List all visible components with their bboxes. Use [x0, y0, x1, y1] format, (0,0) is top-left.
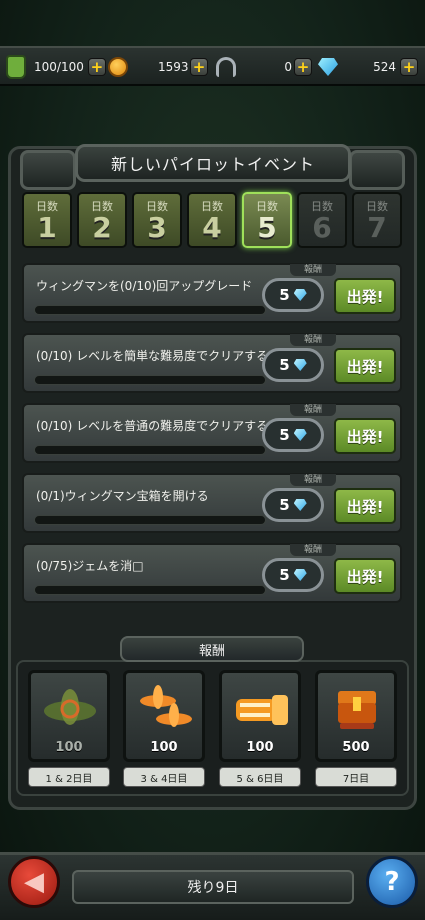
quest-text: (0/10) レベルを簡単な難易度でクリアする [36, 349, 269, 363]
day-number: 5 [257, 211, 277, 244]
reward-value: 5 [279, 426, 290, 444]
tab-day-7[interactable]: 日数 7 [352, 192, 402, 248]
add-coins-button[interactable]: + [190, 58, 208, 76]
quest-text: (0/1)ウィングマン宝箱を開ける [36, 489, 209, 503]
reward-day-label: 5 & 6日目 [219, 767, 301, 787]
treasure-chest-icon [338, 691, 376, 729]
go-button[interactable]: 出発! [334, 278, 396, 314]
tab-day-6[interactable]: 日数 6 [297, 192, 347, 248]
day-number: 6 [312, 211, 332, 244]
quest-progress-bar [34, 515, 266, 525]
quest-row: (0/1)ウィングマン宝箱を開ける 報酬 5 出発! [22, 473, 402, 533]
reward-card-value: 100 [246, 740, 274, 755]
gem-value: 524 [373, 60, 396, 74]
green-plane-icon [44, 689, 96, 725]
day-number: 4 [202, 211, 222, 244]
go-button[interactable]: 出発! [334, 348, 396, 384]
day-number: 3 [147, 211, 167, 244]
wrench-icon [216, 57, 236, 77]
quest-progress-bar [34, 305, 266, 315]
reward-label: 報酬 [290, 474, 336, 486]
go-button[interactable]: 出発! [334, 558, 396, 594]
quest-reward: 5 [262, 278, 324, 312]
coin-icon [108, 57, 128, 77]
day-number: 7 [367, 211, 387, 244]
tab-day-3[interactable]: 日数 3 [132, 192, 182, 248]
tab-day-4[interactable]: 日数 4 [187, 192, 237, 248]
quest-row: (0/10) レベルを普通の難易度でクリアする 報酬 5 出発! [22, 403, 402, 463]
reward-day-label: 1 & 2日目 [28, 767, 110, 787]
quest-progress-bar [34, 585, 266, 595]
day-number: 2 [92, 211, 112, 244]
reward-card-day-5-6[interactable]: 100 [219, 670, 301, 762]
go-button[interactable]: 出発! [334, 418, 396, 454]
quest-progress-bar [34, 375, 266, 385]
gem-resource: 524 + [318, 54, 418, 80]
fuel-resource: 100/100 + [6, 54, 106, 80]
reward-day-label: 7日目 [315, 767, 397, 787]
event-title: 新しいパイロットイベント [110, 155, 315, 174]
help-button[interactable]: ? [366, 856, 418, 908]
back-arrow-icon: ◀ [24, 867, 44, 897]
tab-day-5[interactable]: 日数 5 [242, 192, 292, 248]
coin-resource: 1593 + [108, 54, 208, 80]
remaining-days: 残り9日 [72, 870, 354, 904]
quest-text: (0/10) レベルを普通の難易度でクリアする [36, 419, 269, 433]
add-gems-button[interactable]: + [400, 58, 418, 76]
quest-row: (0/10) レベルを簡単な難易度でクリアする 報酬 5 出発! [22, 333, 402, 393]
reward-card-day-1-2[interactable]: 100 [28, 670, 110, 762]
day-number: 1 [37, 211, 57, 244]
reward-day-label: 3 & 4日目 [123, 767, 205, 787]
day-tabs: 日数 1 日数 2 日数 3 日数 4 日数 5 日数 6 日数 7 [22, 192, 402, 248]
back-button[interactable]: ◀ [8, 856, 60, 908]
add-fuel-button[interactable]: + [87, 58, 106, 76]
quest-reward: 5 [262, 418, 324, 452]
quest-reward: 5 [262, 558, 324, 592]
reward-value: 5 [279, 566, 290, 584]
quest-text: (0/75)ジェムを消□ [36, 559, 144, 573]
fuel-can-icon [6, 55, 26, 79]
quest-row: (0/75)ジェムを消□ 報酬 5 出発! [22, 543, 402, 603]
gem-icon [318, 58, 338, 76]
resource-bar: 100/100 + 1593 + 0 + 524 + [0, 46, 425, 86]
reward-card-day-7[interactable]: 500 [315, 670, 397, 762]
parts-value: 0 [284, 60, 292, 74]
reward-card-value: 100 [150, 740, 178, 755]
reward-card-day-3-4[interactable]: 100 [123, 670, 205, 762]
rewards-header: 報酬 [120, 636, 304, 662]
fuel-value: 100/100 [34, 60, 84, 74]
gem-icon [293, 289, 307, 301]
quest-reward: 5 [262, 488, 324, 522]
right-gear-ornament [349, 150, 405, 190]
gem-icon [293, 429, 307, 441]
reward-label: 報酬 [290, 334, 336, 346]
reward-label: 報酬 [290, 544, 336, 556]
coin-value: 1593 [158, 60, 189, 74]
gem-icon [293, 359, 307, 371]
quest-reward: 5 [262, 348, 324, 382]
tab-day-1[interactable]: 日数 1 [22, 192, 72, 248]
orange-planes-icon [140, 685, 192, 727]
reward-value: 5 [279, 496, 290, 514]
reward-label: 報酬 [290, 264, 336, 276]
gem-icon [293, 499, 307, 511]
go-button[interactable]: 出発! [334, 488, 396, 524]
quest-progress-bar [34, 445, 266, 455]
quest-text: ウィングマンを(0/10)回アップグレード [36, 279, 253, 293]
reward-card-value: 100 [55, 740, 83, 755]
add-parts-button[interactable]: + [294, 58, 312, 76]
parts-resource: 0 + [216, 54, 312, 80]
left-gear-ornament [20, 150, 76, 190]
reward-label: 報酬 [290, 404, 336, 416]
gatling-gun-icon [236, 695, 288, 725]
tab-day-2[interactable]: 日数 2 [77, 192, 127, 248]
event-title-bar: 新しいパイロットイベント [75, 144, 351, 182]
reward-value: 5 [279, 356, 290, 374]
question-icon: ? [384, 867, 400, 897]
quest-row: ウィングマンを(0/10)回アップグレード 報酬 5 出発! [22, 263, 402, 323]
reward-value: 5 [279, 286, 290, 304]
gem-icon [293, 569, 307, 581]
reward-card-value: 500 [342, 740, 370, 755]
